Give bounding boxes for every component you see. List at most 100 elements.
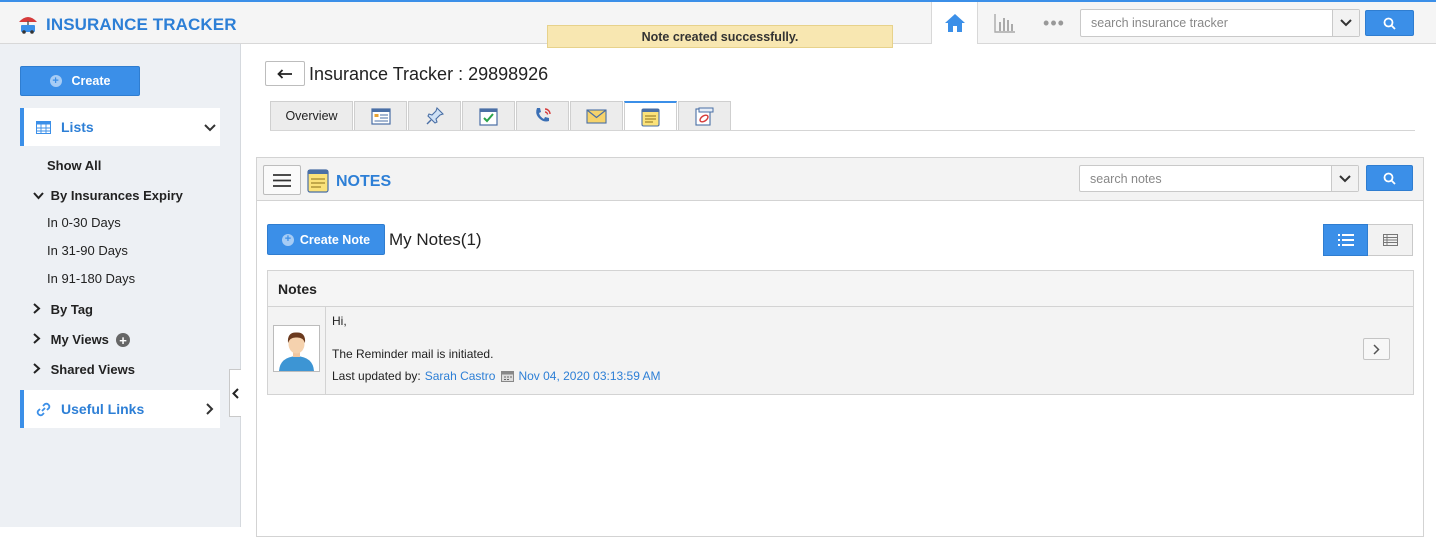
sidebar-group-label: Shared Views: [50, 362, 135, 377]
reports-button[interactable]: [978, 2, 1032, 44]
sidebar-group-shared-views[interactable]: Shared Views: [33, 362, 135, 377]
more-button[interactable]: •••: [1032, 2, 1076, 44]
notes-table: Notes Hi, The Reminder mail is initiated…: [267, 270, 1414, 395]
table-view-button[interactable]: [1368, 224, 1413, 256]
notes-search-button[interactable]: [1366, 165, 1413, 191]
notes-section-title: NOTES: [336, 173, 392, 190]
chevron-right-icon: [206, 402, 214, 418]
sidebar-group-my-views[interactable]: My Views: [33, 332, 109, 347]
chevron-right-icon: [33, 303, 41, 314]
hamburger-icon: [273, 173, 291, 187]
sidebar-group-label: My Views: [50, 332, 109, 347]
global-search-button[interactable]: [1365, 10, 1414, 36]
plus-circle-icon: +: [49, 75, 62, 87]
lists-label: Lists: [61, 119, 94, 135]
chevron-down-icon: [204, 119, 216, 135]
notes-panel-header: NOTES search notes: [257, 158, 1423, 201]
chevron-down-icon: [1340, 19, 1352, 27]
notes-search-placeholder: search notes: [1090, 171, 1162, 186]
sidebar-group-by-tag[interactable]: By Tag: [33, 302, 93, 317]
avatar: [273, 325, 320, 372]
table-view-icon: [1382, 234, 1398, 246]
pin-icon: [426, 107, 444, 125]
chevron-down-icon: [33, 192, 44, 200]
note-meta: Last updated by: Sarah Castro Nov 04, 20…: [332, 369, 661, 383]
sidebar-item-show-all[interactable]: Show All: [47, 158, 101, 173]
list-icon: [1337, 234, 1354, 246]
app-logo-icon: [16, 11, 40, 38]
open-note-button[interactable]: [1363, 338, 1390, 360]
useful-links-label: Useful Links: [61, 401, 145, 417]
create-button-label: Create: [71, 74, 111, 88]
home-icon: [944, 14, 965, 32]
sidebar: + Create Lists Show All By Insurances Ex…: [0, 44, 241, 527]
notes-column-header: Notes: [268, 271, 1413, 307]
notes-search-dropdown[interactable]: [1331, 166, 1358, 191]
sidebar-item-31-90-days[interactable]: In 31-90 Days: [47, 243, 128, 258]
notes-icon: [307, 169, 329, 196]
tab-pin[interactable]: [408, 101, 461, 130]
chevron-right-icon: [33, 333, 41, 344]
updated-by-user-link[interactable]: Sarah Castro: [425, 369, 496, 383]
search-icon: [1383, 172, 1396, 185]
sidebar-item-0-30-days[interactable]: In 0-30 Days: [47, 215, 121, 230]
notes-search-input[interactable]: search notes: [1079, 165, 1359, 192]
create-button[interactable]: + Create: [20, 66, 140, 96]
view-toggle: [1323, 224, 1413, 256]
back-button[interactable]: [265, 61, 305, 86]
tab-attachments[interactable]: [678, 101, 731, 130]
page-title: Insurance Tracker : 29898926: [309, 64, 549, 84]
sidebar-collapse-button[interactable]: [229, 369, 241, 417]
notes-icon: [641, 107, 660, 127]
email-icon: [586, 108, 607, 124]
add-view-icon[interactable]: +: [116, 333, 130, 347]
sidebar-group-insurances-expiry[interactable]: By Insurances Expiry: [33, 188, 183, 203]
tab-details[interactable]: [354, 101, 407, 130]
chevron-right-icon: [1373, 343, 1380, 355]
more-dots-icon: •••: [1043, 12, 1065, 33]
avatar-cell: [268, 307, 326, 394]
global-search-placeholder: search insurance tracker: [1091, 16, 1228, 30]
arrow-left-icon: [277, 68, 292, 79]
create-note-label: Create Note: [299, 232, 371, 247]
list-view-button[interactable]: [1323, 224, 1368, 256]
lists-panel-toggle[interactable]: Lists: [20, 108, 220, 146]
sidebar-group-label: By Tag: [50, 302, 94, 317]
calls-icon: [535, 108, 551, 122]
tab-email[interactable]: [570, 101, 623, 130]
tasks-icon: [479, 107, 498, 126]
global-search-input[interactable]: search insurance tracker: [1080, 9, 1360, 37]
tab-overview[interactable]: Overview: [270, 101, 353, 130]
table-icon: [36, 120, 51, 134]
success-toast: Note created successfully.: [547, 25, 893, 48]
tabs-divider: [270, 130, 1415, 131]
notes-menu-button[interactable]: [263, 165, 301, 195]
chevron-right-icon: [33, 363, 41, 374]
updated-by-label: Last updated by:: [332, 369, 421, 383]
note-line-1: Hi,: [332, 314, 347, 328]
tab-tasks[interactable]: [462, 101, 515, 130]
tab-notes[interactable]: [624, 101, 677, 131]
app-brand[interactable]: INSURANCE TRACKER: [16, 11, 237, 38]
useful-links-panel-toggle[interactable]: Useful Links: [20, 390, 220, 428]
home-button[interactable]: [931, 2, 978, 44]
record-tabs: Overview: [270, 101, 732, 131]
bar-chart-icon: [994, 14, 1015, 33]
link-icon: [36, 402, 51, 416]
sidebar-group-label: By Insurances Expiry: [50, 188, 183, 203]
notes-panel: NOTES search notes + Create Note My Note…: [256, 157, 1424, 537]
note-line-2: The Reminder mail is initiated.: [332, 347, 494, 361]
note-timestamp: Nov 04, 2020 03:13:59 AM: [518, 369, 661, 383]
search-scope-dropdown[interactable]: [1332, 10, 1359, 36]
search-icon: [1383, 17, 1396, 30]
calendar-icon: [501, 370, 515, 382]
plus-circle-icon: +: [281, 233, 294, 246]
chevron-left-icon: [232, 387, 239, 399]
user-avatar-icon: [274, 326, 319, 371]
create-note-button[interactable]: + Create Note: [267, 224, 385, 255]
sidebar-item-91-180-days[interactable]: In 91-180 Days: [47, 271, 135, 286]
tab-calls[interactable]: [516, 101, 569, 130]
app-title: INSURANCE TRACKER: [46, 14, 237, 34]
details-icon: [370, 108, 391, 125]
table-row[interactable]: Hi, The Reminder mail is initiated. Last…: [268, 307, 1413, 394]
